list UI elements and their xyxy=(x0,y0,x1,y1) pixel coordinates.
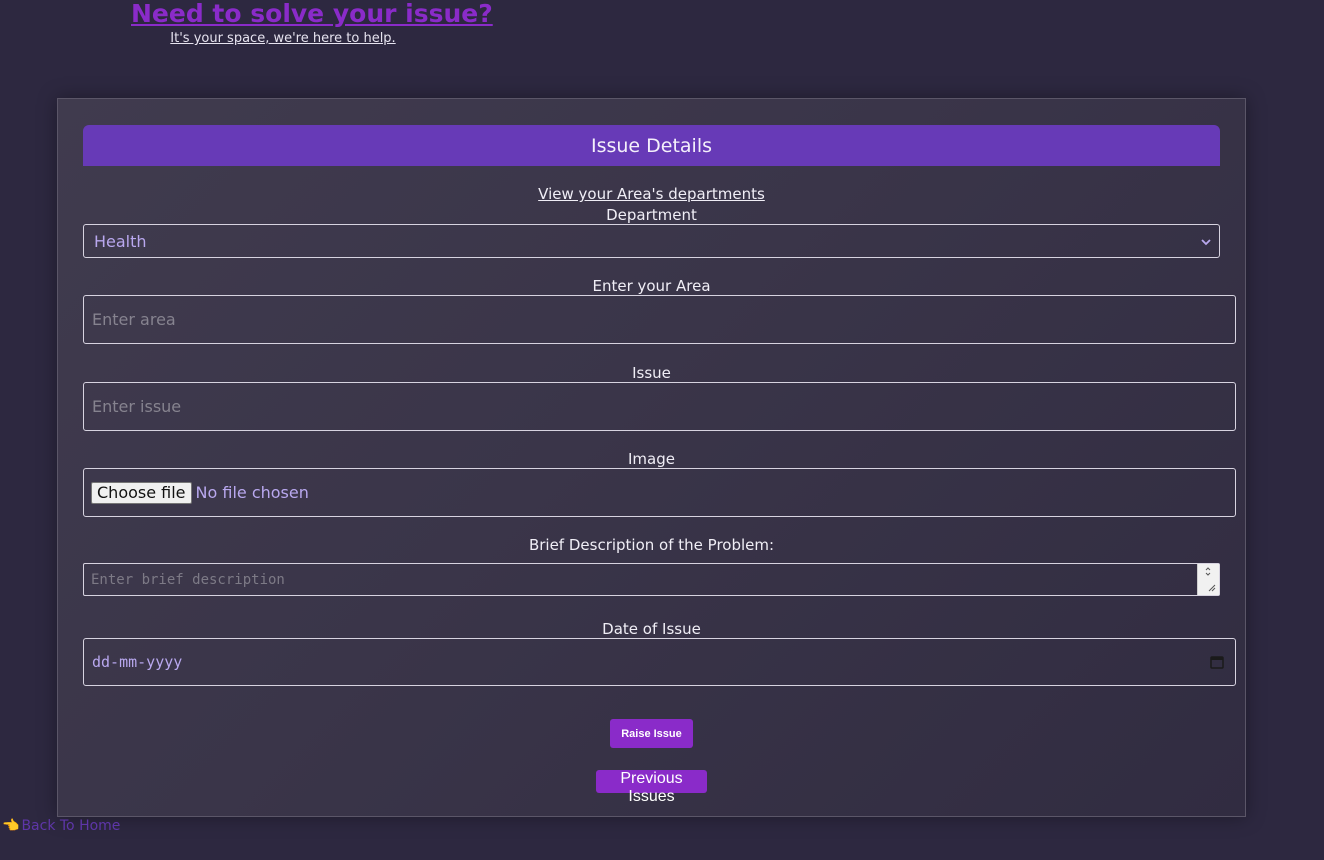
back-to-home-label: Back To Home xyxy=(21,818,121,834)
page-header: Need to solve your issue? It's your spac… xyxy=(131,0,493,46)
department-selected-value: Health xyxy=(94,231,147,251)
chevron-down-icon xyxy=(1201,239,1211,246)
area-placeholder: Enter area xyxy=(92,310,176,329)
page-title[interactable]: Need to solve your issue? xyxy=(131,0,493,28)
choose-file-button[interactable]: Choose file xyxy=(91,481,192,504)
raise-issue-button[interactable]: Raise Issue xyxy=(610,719,693,748)
view-departments-link[interactable]: View your Area's departments xyxy=(58,185,1245,203)
description-label: Brief Description of the Problem: xyxy=(528,536,775,554)
issue-details-title: Issue Details xyxy=(590,134,713,157)
department-select[interactable]: Health xyxy=(83,224,1220,258)
description-placeholder: Enter brief description xyxy=(91,571,285,588)
issue-placeholder: Enter issue xyxy=(92,397,182,416)
date-label: Date of Issue xyxy=(602,620,701,638)
area-input[interactable]: Enter area xyxy=(83,295,1236,344)
back-to-home-link[interactable]: 👈 Back To Home xyxy=(2,818,120,834)
issue-input[interactable]: Enter issue xyxy=(83,382,1236,431)
department-label: Department xyxy=(606,206,697,224)
file-status: No file chosen xyxy=(195,483,309,502)
image-label: Image xyxy=(628,450,675,468)
issue-details-header: Issue Details xyxy=(83,125,1220,166)
previous-issues-button[interactable]: Previous Issues xyxy=(596,770,707,805)
textarea-scrollbar[interactable] xyxy=(1197,564,1219,595)
description-textarea[interactable]: Enter brief description xyxy=(83,563,1220,596)
area-label: Enter your Area xyxy=(592,277,711,295)
pointing-hand-icon: 👈 xyxy=(2,818,20,834)
date-input[interactable]: dd-mm-yyyy xyxy=(83,638,1236,686)
issue-form-card: Issue Details View your Area's departmen… xyxy=(57,98,1246,817)
calendar-icon[interactable] xyxy=(1210,655,1224,669)
page-subtitle[interactable]: It's your space, we're here to help. xyxy=(131,31,435,46)
date-placeholder: dd-mm-yyyy xyxy=(92,653,183,671)
resize-handle-icon[interactable] xyxy=(1198,564,1219,595)
image-file-input[interactable]: Choose file No file chosen xyxy=(83,468,1236,517)
issue-label: Issue xyxy=(632,364,671,382)
